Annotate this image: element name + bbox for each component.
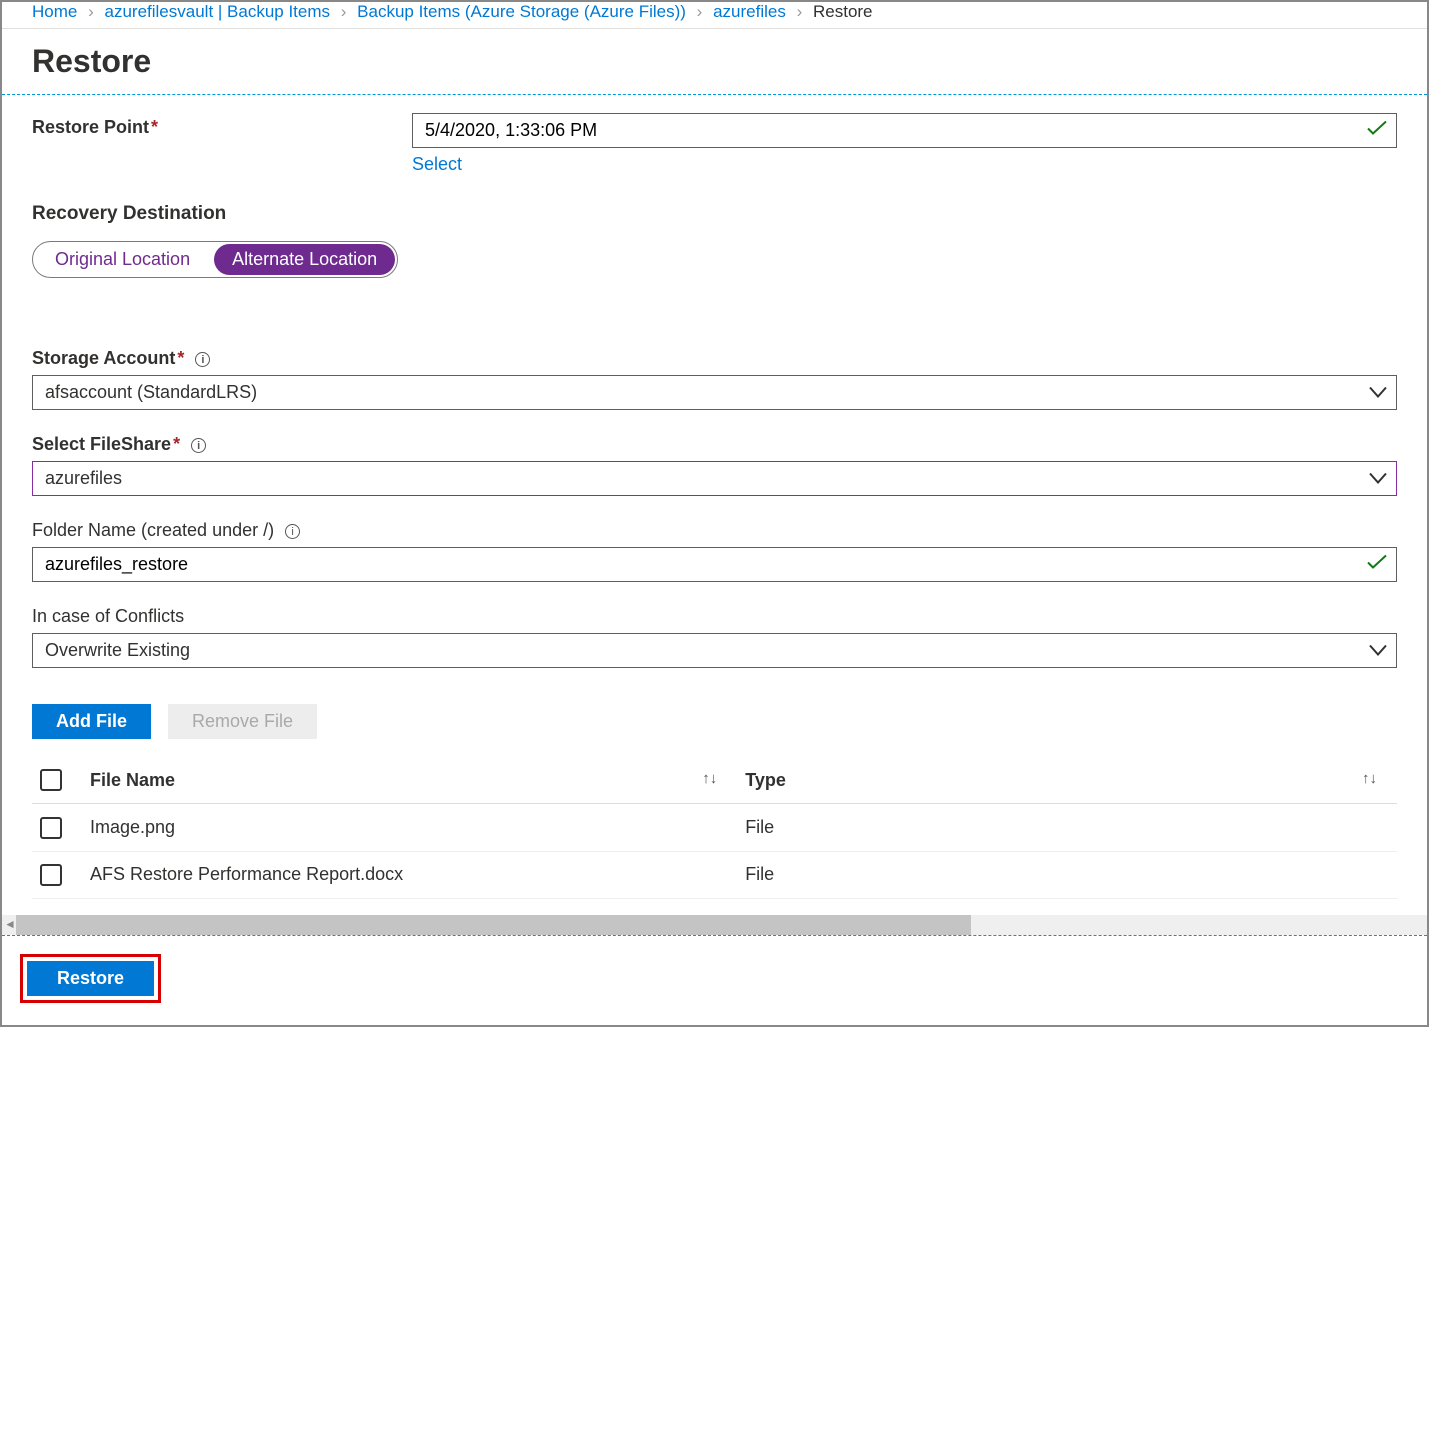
table-row[interactable]: AFS Restore Performance Report.docx File (32, 851, 1397, 898)
select-all-checkbox[interactable] (40, 769, 62, 791)
add-file-button[interactable]: Add File (32, 704, 151, 739)
restore-point-label: Restore Point* (32, 113, 412, 138)
file-name-cell: Image.png (82, 804, 737, 851)
recovery-destination-label: Recovery Destination (32, 203, 1397, 225)
breadcrumb-azurefiles[interactable]: azurefiles (713, 2, 786, 21)
breadcrumb-separator: › (697, 2, 703, 21)
info-icon[interactable]: i (285, 524, 300, 539)
restore-point-input[interactable] (412, 113, 1397, 148)
required-marker: * (177, 348, 184, 368)
column-header-type[interactable]: Type ↑↓ (737, 757, 1397, 804)
row-checkbox[interactable] (40, 817, 62, 839)
folder-name-input[interactable] (32, 547, 1397, 582)
breadcrumb-separator: › (341, 2, 347, 21)
original-location-option[interactable]: Original Location (37, 244, 208, 275)
breadcrumb: Home › azurefilesvault | Backup Items › … (2, 2, 1427, 29)
table-row[interactable]: Image.png File (32, 804, 1397, 851)
fileshare-select[interactable]: azurefiles (32, 461, 1397, 496)
breadcrumb-separator: › (797, 2, 803, 21)
files-table: File Name ↑↓ Type ↑↓ Image.png File AFS … (32, 757, 1397, 899)
breadcrumb-current: Restore (813, 2, 873, 21)
remove-file-button: Remove File (168, 704, 317, 739)
breadcrumb-separator: › (88, 2, 94, 21)
check-icon (1367, 553, 1387, 576)
storage-account-select[interactable]: afsaccount (StandardLRS) (32, 375, 1397, 410)
row-checkbox[interactable] (40, 864, 62, 886)
select-restore-point-link[interactable]: Select (412, 154, 462, 175)
required-marker: * (173, 434, 180, 454)
scroll-left-icon: ◄ (4, 917, 16, 931)
conflicts-select[interactable]: Overwrite Existing (32, 633, 1397, 668)
alternate-location-option[interactable]: Alternate Location (214, 244, 395, 275)
check-icon (1367, 119, 1387, 142)
info-icon[interactable]: i (195, 352, 210, 367)
restore-button-highlight: Restore (20, 954, 161, 1003)
breadcrumb-vault[interactable]: azurefilesvault | Backup Items (105, 2, 331, 21)
storage-account-label: Storage Account* i (32, 348, 1397, 369)
recovery-destination-toggle: Original Location Alternate Location (32, 241, 398, 278)
info-icon[interactable]: i (191, 438, 206, 453)
fileshare-label: Select FileShare* i (32, 434, 1397, 455)
column-header-filename[interactable]: File Name ↑↓ (82, 757, 737, 804)
divider (2, 94, 1427, 95)
sort-icon: ↑↓ (702, 770, 717, 787)
file-type-cell: File (737, 851, 1397, 898)
folder-name-label: Folder Name (created under /) i (32, 520, 1397, 541)
restore-button[interactable]: Restore (27, 961, 154, 996)
breadcrumb-home[interactable]: Home (32, 2, 77, 21)
page-title: Restore (2, 29, 1427, 94)
scrollbar-thumb[interactable] (16, 915, 971, 935)
conflicts-label: In case of Conflicts (32, 606, 1397, 627)
breadcrumb-backup-items[interactable]: Backup Items (Azure Storage (Azure Files… (357, 2, 686, 21)
horizontal-scrollbar[interactable]: ◄ (2, 915, 1427, 935)
file-type-cell: File (737, 804, 1397, 851)
required-marker: * (151, 117, 158, 137)
file-name-cell: AFS Restore Performance Report.docx (82, 851, 737, 898)
sort-icon: ↑↓ (1362, 770, 1377, 787)
